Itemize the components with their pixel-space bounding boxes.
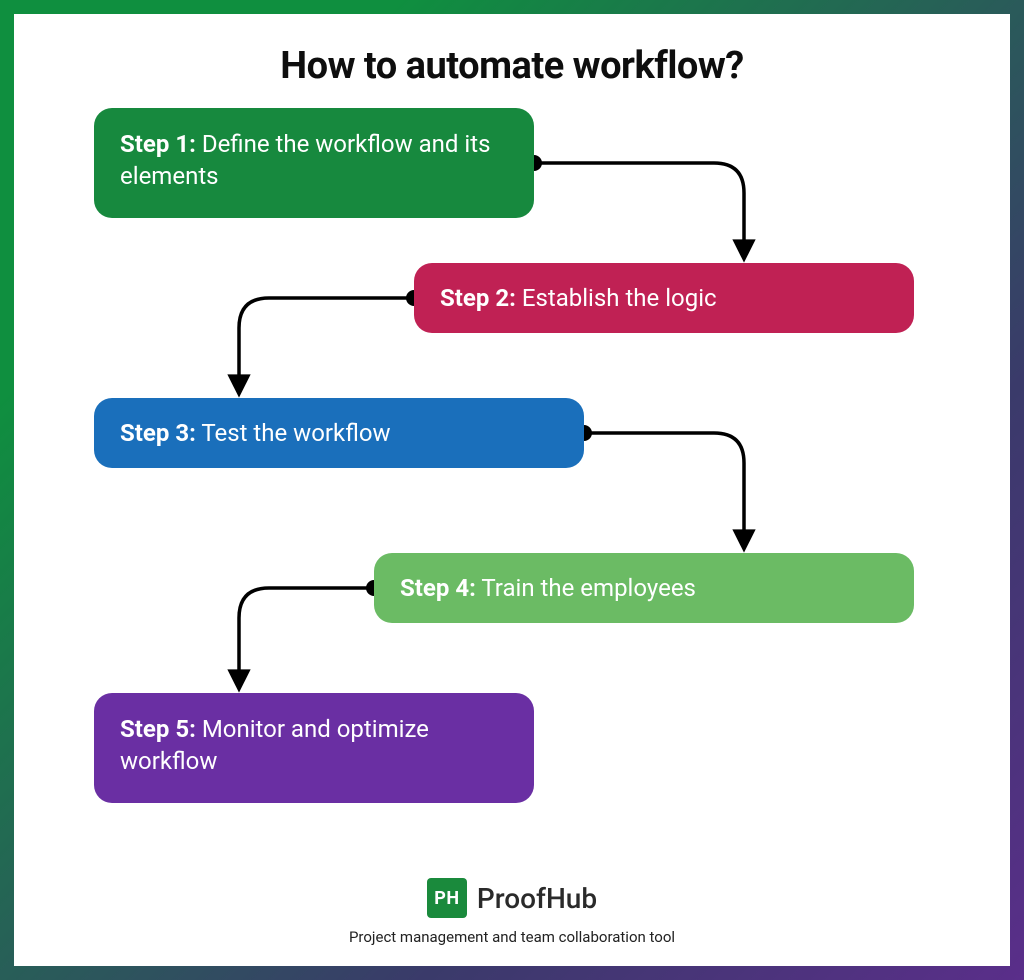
step-label: Step 4: [400, 574, 476, 602]
step-label: Step 1: [120, 130, 196, 158]
step-2: Step 2: Establish the logic [414, 263, 914, 333]
brand-logo-icon: PH [427, 878, 467, 918]
brand: PH ProofHub [427, 878, 597, 918]
diagram-inner: How to automate workflow? [14, 14, 1010, 966]
step-5: Step 5: Monitor and optimize workflow [94, 693, 534, 803]
diagram-frame: How to automate workflow? [0, 0, 1024, 980]
brand-tagline: Project management and team collaboratio… [14, 928, 1010, 946]
steps-container: Step 1: Define the workflow and its elem… [14, 88, 1010, 868]
step-text: Train the employees [481, 574, 696, 602]
brand-name: ProofHub [477, 882, 597, 915]
step-text: Establish the logic [522, 284, 717, 312]
diagram-title: How to automate workflow? [14, 14, 1010, 88]
step-label: Step 3: [120, 419, 196, 447]
step-3: Step 3: Test the workflow [94, 398, 584, 468]
step-text: Test the workflow [201, 419, 390, 447]
step-4: Step 4: Train the employees [374, 553, 914, 623]
step-label: Step 2: [440, 284, 516, 312]
step-1: Step 1: Define the workflow and its elem… [94, 108, 534, 218]
footer: PH ProofHub Project management and team … [14, 878, 1010, 946]
step-label: Step 5: [120, 715, 196, 743]
